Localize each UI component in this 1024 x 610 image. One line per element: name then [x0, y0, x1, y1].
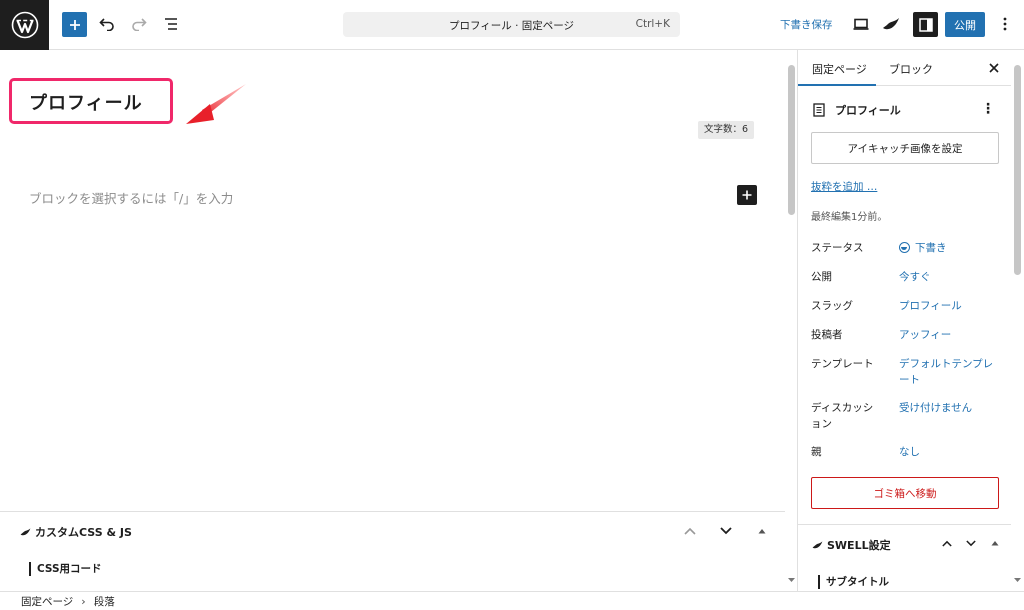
editor-scrollbar[interactable]: [788, 65, 795, 215]
settings-sidebar: 固定ページ ブロック プロフィール ⋮ アイキャッチ画像を設定 抜粋を追加 … …: [797, 50, 1011, 591]
title-highlight-annotation: プロフィール: [9, 78, 173, 124]
editor-canvas: プロフィール 文字数：6 ブロックを選択するには「/」を入力: [0, 50, 785, 511]
block-inserter-button[interactable]: [62, 12, 87, 37]
post-title[interactable]: プロフィール: [29, 89, 143, 115]
chevron-right-icon: ›: [81, 594, 86, 608]
status-value[interactable]: 下書き: [899, 240, 999, 256]
set-featured-image-button[interactable]: アイキャッチ画像を設定: [811, 132, 999, 164]
subtitle-label: サブタイトル: [818, 575, 889, 589]
undo-icon[interactable]: [96, 13, 118, 35]
sidebar-tabs: 固定ページ ブロック: [798, 50, 1011, 86]
close-icon[interactable]: [986, 60, 1002, 76]
sidebar-scroll-down-icon[interactable]: [1013, 576, 1022, 584]
parent-value[interactable]: なし: [899, 444, 999, 460]
chevron-down-icon[interactable]: [964, 535, 978, 551]
custom-css-js-metabox: カスタムCSS & JS CSS用コード: [0, 511, 785, 591]
move-to-trash-button[interactable]: ゴミ箱へ移動: [811, 477, 999, 509]
add-excerpt-link[interactable]: 抜粋を追加 …: [811, 179, 877, 194]
editor-header: プロフィール · 固定ページ Ctrl+K 下書き保存 公開: [0, 0, 1024, 50]
author-value[interactable]: アッフィー: [899, 327, 999, 343]
chevron-up-icon[interactable]: [940, 535, 954, 551]
parent-label: 親: [811, 446, 822, 458]
tab-page[interactable]: 固定ページ: [812, 61, 867, 77]
sidebar-icon: [918, 17, 933, 32]
collapse-triangle-icon[interactable]: [988, 535, 1002, 551]
slug-value[interactable]: プロフィール: [899, 298, 999, 314]
redo-icon[interactable]: [128, 13, 150, 35]
collapse-triangle-icon[interactable]: [753, 522, 771, 540]
add-block-button[interactable]: [737, 185, 757, 205]
char-count-badge: 文字数：6: [698, 121, 755, 139]
tab-block[interactable]: ブロック: [889, 61, 933, 77]
discussion-label: ディスカッション: [811, 402, 874, 430]
plus-icon: [69, 19, 80, 30]
chevron-up-icon[interactable]: [681, 522, 699, 540]
page-actions-more-icon[interactable]: ⋮: [981, 102, 995, 116]
save-draft-button[interactable]: 下書き保存: [780, 17, 833, 32]
plus-icon: [742, 190, 752, 200]
css-code-label: CSS用コード: [29, 562, 102, 576]
active-tab-indicator: [798, 84, 876, 86]
chevron-down-icon[interactable]: [717, 522, 735, 540]
publish-label: 公開: [811, 271, 832, 283]
publish-button[interactable]: 公開: [945, 12, 985, 37]
desktop-preview-icon[interactable]: [850, 13, 872, 35]
author-label: 投稿者: [811, 329, 843, 341]
slug-label: スラッグ: [811, 300, 853, 312]
command-palette-bar[interactable]: プロフィール · 固定ページ Ctrl+K: [343, 12, 680, 37]
shortcut-hint: Ctrl+K: [635, 18, 670, 30]
more-vertical-icon[interactable]: [994, 13, 1016, 35]
scroll-down-icon[interactable]: [787, 576, 796, 584]
draft-status-icon: [899, 242, 910, 253]
template-value[interactable]: デフォルトテンプレート: [899, 356, 999, 388]
status-label: ステータス: [811, 242, 864, 254]
template-label: テンプレート: [811, 358, 874, 370]
metabox-title: カスタムCSS & JS: [35, 526, 132, 539]
document-overview-icon[interactable]: [160, 13, 182, 35]
discussion-value[interactable]: 受け付けません: [899, 400, 999, 416]
swell-settings-title: SWELL設定: [827, 539, 891, 552]
settings-sidebar-toggle[interactable]: [913, 12, 938, 37]
swell-settings-panel: SWELL設定 サブタイトル: [798, 524, 1011, 591]
block-editor: プロフィール · 固定ページ Ctrl+K 下書き保存 公開 プロフィール 文字…: [0, 0, 1024, 610]
page-icon: [813, 103, 825, 117]
swell-icon: [20, 528, 31, 536]
status-value-text: 下書き: [915, 242, 947, 254]
red-arrow-annotation: [186, 84, 246, 124]
block-placeholder[interactable]: ブロックを選択するには「/」を入力: [29, 188, 233, 207]
breadcrumb-item-page[interactable]: 固定ページ: [21, 594, 73, 609]
swell-icon[interactable]: [880, 13, 902, 35]
sidebar-page-title: プロフィール: [835, 104, 901, 117]
wordpress-logo-icon[interactable]: [0, 0, 49, 50]
last-edited-text: 最終編集1分前。: [811, 212, 888, 223]
publish-value[interactable]: 今すぐ: [899, 269, 999, 285]
block-breadcrumb: 固定ページ › 段落: [0, 591, 1024, 610]
breadcrumb-item-paragraph[interactable]: 段落: [94, 594, 115, 609]
document-title: プロフィール · 固定ページ: [448, 20, 575, 32]
swell-icon: [812, 541, 823, 549]
sidebar-scrollbar[interactable]: [1014, 65, 1021, 275]
